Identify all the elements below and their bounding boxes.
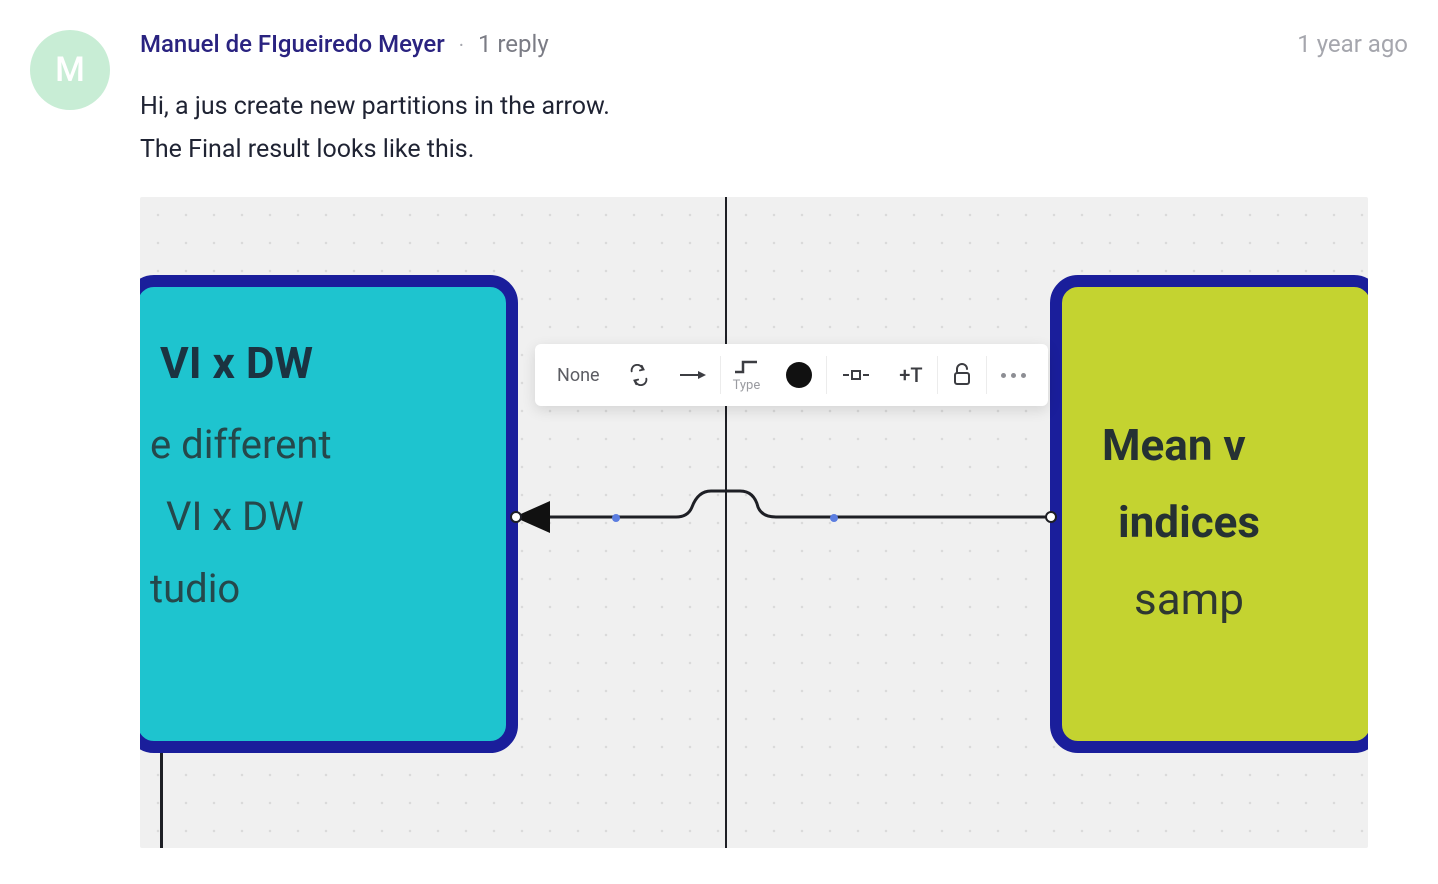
connector-handle-end[interactable]: [1045, 511, 1057, 523]
line-waypoint-icon: [841, 367, 871, 383]
toolbar-arrow-style-none[interactable]: None: [543, 344, 614, 406]
comment-header-left: Manuel de FIgueiredo Meyer · 1 reply: [140, 30, 549, 58]
node-left-bottom-connector: [160, 753, 163, 848]
comment-timestamp: 1 year ago: [1297, 30, 1408, 58]
diagram-node-right[interactable]: Mean v indices samp: [1050, 275, 1368, 753]
arrow-right-icon: [678, 368, 706, 382]
author-name[interactable]: Manuel de FIgueiredo Meyer: [140, 30, 445, 58]
toolbar-connector-type[interactable]: Type: [721, 344, 773, 406]
comment-header: Manuel de FIgueiredo Meyer · 1 reply 1 y…: [140, 30, 1408, 58]
comment-body: Manuel de FIgueiredo Meyer · 1 reply 1 y…: [140, 30, 1408, 848]
comment-container: M Manuel de FIgueiredo Meyer · 1 reply 1…: [0, 0, 1438, 848]
node-right-line2: indices: [1062, 484, 1368, 561]
separator-dot: ·: [459, 33, 464, 57]
toolbar-lock[interactable]: [938, 344, 986, 406]
connector-handle-start[interactable]: [510, 511, 522, 523]
avatar[interactable]: M: [30, 30, 110, 110]
unlock-icon: [952, 363, 972, 387]
toolbar-more[interactable]: [987, 344, 1040, 406]
connector-arrow[interactable]: [506, 477, 1066, 557]
toolbar-color[interactable]: [772, 344, 826, 406]
elbow-connector-icon: [733, 358, 759, 376]
type-sublabel: Type: [733, 378, 761, 393]
toolbar-arrow-direction[interactable]: [664, 344, 720, 406]
diagram-node-left[interactable]: VI x DW e different VI x DW tudio: [140, 275, 518, 753]
toolbar-swap-direction[interactable]: [614, 344, 664, 406]
connector-waypoint[interactable]: [612, 514, 620, 522]
comment-line-2: The Final result looks like this.: [140, 129, 1408, 172]
more-icon: [1001, 373, 1026, 378]
comment-line-1: Hi, a jus create new partitions in the a…: [140, 86, 1408, 129]
add-text-label: +T: [899, 363, 922, 387]
swap-icon: [628, 364, 650, 386]
node-left-title: VI x DW: [140, 317, 506, 409]
attachment-canvas[interactable]: VI x DW e different VI x DW tudio Mean v…: [140, 197, 1368, 848]
node-right-line1: Mean v: [1062, 407, 1368, 484]
connector-waypoint[interactable]: [830, 514, 838, 522]
reply-count-link[interactable]: 1 reply: [478, 30, 549, 58]
color-swatch-icon: [786, 362, 812, 388]
avatar-initial: M: [55, 50, 85, 90]
node-left-line4: tudio: [140, 553, 506, 625]
node-right-line3: samp: [1062, 561, 1368, 638]
node-left-line2: e different: [140, 409, 506, 481]
connector-toolbar: None: [535, 344, 1048, 406]
node-left-line3: VI x DW: [140, 481, 506, 553]
none-label: None: [557, 365, 600, 386]
comment-text: Hi, a jus create new partitions in the a…: [140, 86, 1408, 171]
toolbar-add-text[interactable]: +T: [885, 344, 936, 406]
toolbar-line-style[interactable]: [827, 344, 885, 406]
